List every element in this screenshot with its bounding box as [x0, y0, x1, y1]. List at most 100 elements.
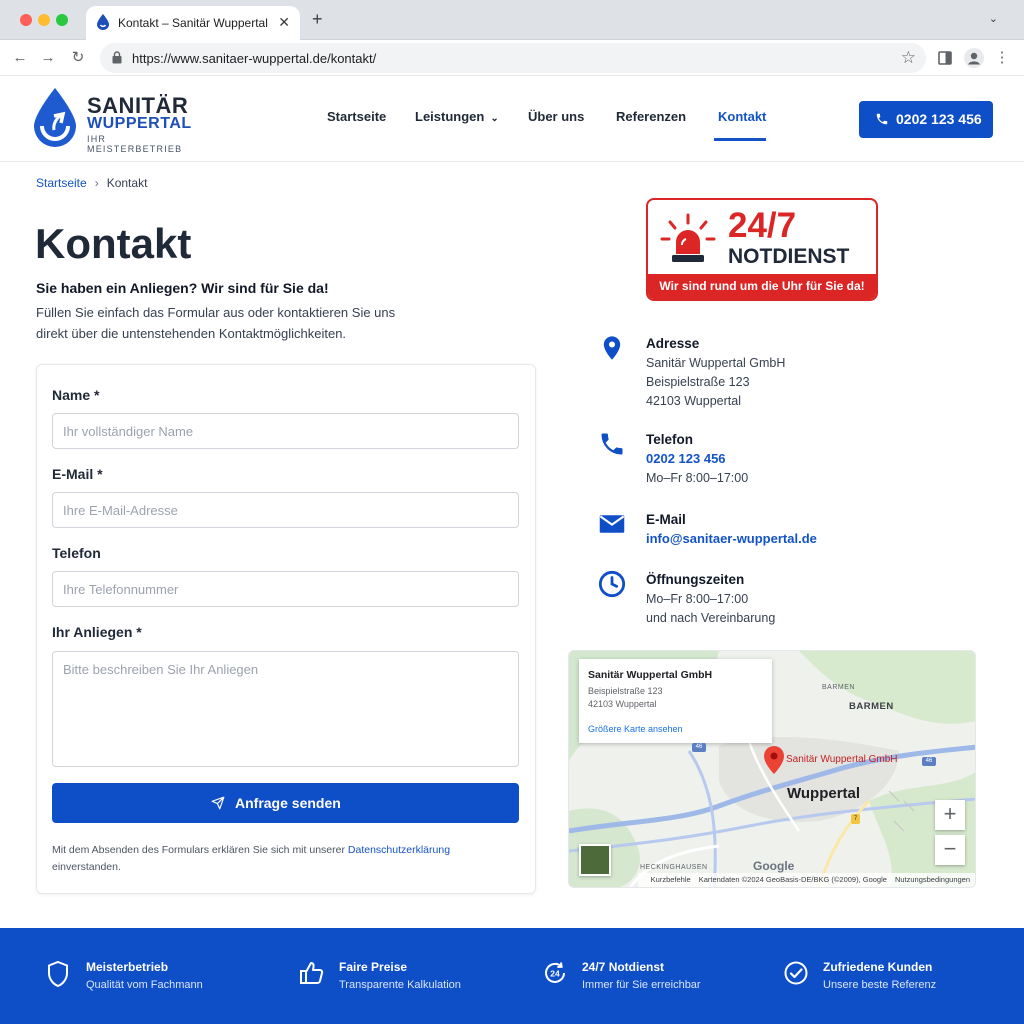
map-district-heckinghausen: HECKINGHAUSEN: [640, 864, 708, 871]
map-attribution: Kurzbefehle Kartendaten ©2024 GeoBasis-DE…: [637, 873, 975, 887]
window-minimize-button[interactable]: [38, 14, 50, 26]
feature-meisterbetrieb: Meisterbetrieb Qualität vom Fachmann: [46, 952, 276, 1002]
logo-tagline: IHR MEISTERBETRIEB: [87, 134, 183, 154]
map-zoom-in-button[interactable]: +: [935, 800, 965, 830]
header-phone-number: 0202 123 456: [896, 111, 982, 127]
name-label: Name *: [52, 387, 100, 403]
nav-referenzen[interactable]: Referenzen: [616, 109, 686, 124]
tab-title: Kontakt – Sanitär Wuppertal: [118, 16, 268, 30]
check-circle-icon: [784, 961, 808, 985]
notdienst-strip: Wir sind rund um die Uhr für Sie da!: [648, 274, 876, 299]
map-terms-link[interactable]: Nutzungsbedingungen: [895, 875, 970, 884]
profile-avatar-icon[interactable]: [964, 48, 984, 68]
tab-close-icon[interactable]: ✕: [278, 14, 290, 31]
map-pin-icon[interactable]: [764, 746, 784, 774]
map-city-label: Wuppertal: [787, 785, 861, 802]
clock-24-icon: 24: [545, 962, 565, 983]
header-phone-button[interactable]: 0202 123 456: [859, 101, 993, 138]
bookmark-star-icon[interactable]: ☆: [901, 48, 916, 68]
address-company: Sanitär Wuppertal GmbH: [646, 356, 786, 370]
breadcrumb-home-link[interactable]: Startseite: [36, 176, 87, 190]
nav-kontakt[interactable]: Kontakt: [718, 109, 766, 124]
privacy-text-before: Mit dem Absenden des Formulars erklären …: [52, 844, 345, 856]
reload-icon[interactable]: ↻: [68, 48, 88, 68]
location-pin-icon: [603, 336, 621, 360]
name-input[interactable]: [52, 413, 519, 449]
email-input[interactable]: [52, 492, 519, 528]
embedded-map[interactable]: Sanitär Wuppertal GmbH Beispielstraße 12…: [568, 650, 976, 888]
clock-icon: [598, 570, 626, 598]
tab-list-chevron-icon[interactable]: ⌄: [989, 12, 998, 25]
shield-icon: [48, 960, 68, 988]
breadcrumb: Startseite › Kontakt: [36, 176, 147, 190]
logo-name-line2: WUPPERTAL: [87, 115, 192, 132]
notdienst-24-7: 24/7: [728, 206, 797, 245]
privacy-policy-link[interactable]: Datenschutzerklärung: [348, 844, 450, 856]
breadcrumb-separator: ›: [94, 176, 99, 190]
submit-button[interactable]: Anfrage senden: [52, 783, 519, 823]
highway-46-shield-east: 46: [922, 757, 936, 766]
nav-active-indicator: [714, 138, 766, 141]
highway-46-shield: 46: [692, 743, 706, 752]
address-title: Adresse: [646, 336, 700, 351]
thumbs-up-icon: [300, 962, 324, 984]
feature-subtitle: Qualität vom Fachmann: [86, 979, 203, 991]
site-logo[interactable]: SANITÄR WUPPERTAL IHR MEISTERBETRIEB: [32, 88, 202, 154]
window-maximize-button[interactable]: [56, 14, 68, 26]
map-district-label-small: BARMEN: [822, 684, 855, 691]
address-city: 42103 Wuppertal: [646, 394, 741, 408]
page-lead: Sie haben ein Anliegen? Wir sind für Sie…: [36, 280, 329, 296]
feature-faire-preise: Faire Preise Transparente Kalkulation: [299, 952, 529, 1002]
emergency-service-badge: 24/7 NOTDIENST Wir sind rund um die Uhr …: [646, 198, 878, 301]
feature-zufriedene-kunden: Zufriedene Kunden Unsere beste Referenz: [783, 952, 1013, 1002]
feature-subtitle: Immer für Sie erreichbar: [582, 979, 701, 991]
clock-24-label: 24: [550, 969, 560, 979]
back-arrow-icon[interactable]: ←: [10, 48, 30, 68]
send-icon: [211, 796, 225, 810]
map-shortcuts-link[interactable]: Kurzbefehle: [651, 875, 691, 884]
feature-notdienst: 24 24/7 Notdienst Immer für Sie erreichb…: [542, 952, 772, 1002]
browser-tabbar: Kontakt – Sanitär Wuppertal ✕ + ⌄: [0, 0, 1024, 40]
feature-subtitle: Unsere beste Referenz: [823, 979, 937, 991]
map-larger-link[interactable]: Größere Karte ansehen: [588, 724, 683, 734]
page-intro: Füllen Sie einfach das Formular aus oder…: [36, 302, 416, 344]
nav-ueber-uns[interactable]: Über uns: [528, 109, 584, 124]
phone-number-link[interactable]: 0202 123 456: [646, 451, 726, 466]
breadcrumb-current: Kontakt: [106, 176, 148, 190]
phone-input[interactable]: [52, 571, 519, 607]
feature-title: Zufriedene Kunden: [823, 960, 933, 974]
map-data-credit: Kartendaten ©2024 GeoBasis-DE/BKG (©2009…: [698, 875, 887, 884]
url-text: https://www.sanitaer-wuppertal.de/kontak…: [132, 51, 377, 66]
nav-leistungen-label: Leistungen: [415, 109, 485, 124]
notdienst-word: NOTDIENST: [728, 245, 850, 268]
privacy-notice: Mit dem Absenden des Formulars erklären …: [52, 842, 492, 876]
address-bar[interactable]: https://www.sanitaer-wuppertal.de/kontak…: [100, 43, 926, 73]
message-textarea[interactable]: [52, 651, 519, 767]
map-satellite-toggle[interactable]: [579, 844, 611, 876]
map-zoom-out-button[interactable]: −: [935, 835, 965, 865]
map-card-street: Beispielstraße 123: [588, 686, 663, 696]
browser-menu-icon[interactable]: ⋮: [992, 48, 1012, 68]
new-tab-icon[interactable]: +: [312, 9, 323, 30]
intro-line-1: Füllen Sie einfach das Formular aus oder…: [36, 305, 396, 320]
lock-icon: [112, 51, 122, 64]
nav-leistungen[interactable]: Leistungen ⌄: [415, 109, 499, 124]
phone-title: Telefon: [646, 432, 693, 447]
feature-title: Faire Preise: [339, 960, 408, 974]
window-close-button[interactable]: [20, 14, 32, 26]
message-label: Ihr Anliegen *: [52, 624, 142, 640]
site-header: SANITÄR WUPPERTAL IHR MEISTERBETRIEB Sta…: [0, 76, 1024, 162]
google-logo: Google: [753, 859, 795, 873]
privacy-text-after: einverstanden.: [52, 861, 121, 873]
feature-title: 24/7 Notdienst: [582, 960, 665, 974]
map-card-title: Sanitär Wuppertal GmbH: [588, 669, 713, 681]
feature-title: Meisterbetrieb: [86, 960, 169, 974]
opening-hours-title: Öffnungszeiten: [646, 572, 745, 587]
nav-startseite[interactable]: Startseite: [327, 109, 386, 124]
browser-tab-active[interactable]: Kontakt – Sanitär Wuppertal ✕: [86, 6, 300, 40]
phone-icon: [876, 113, 888, 125]
page-title: Kontakt: [35, 220, 192, 267]
email-address-link[interactable]: info@sanitaer-wuppertal.de: [646, 531, 817, 546]
sidepanel-icon[interactable]: [938, 51, 952, 65]
forward-arrow-icon[interactable]: →: [38, 48, 58, 68]
